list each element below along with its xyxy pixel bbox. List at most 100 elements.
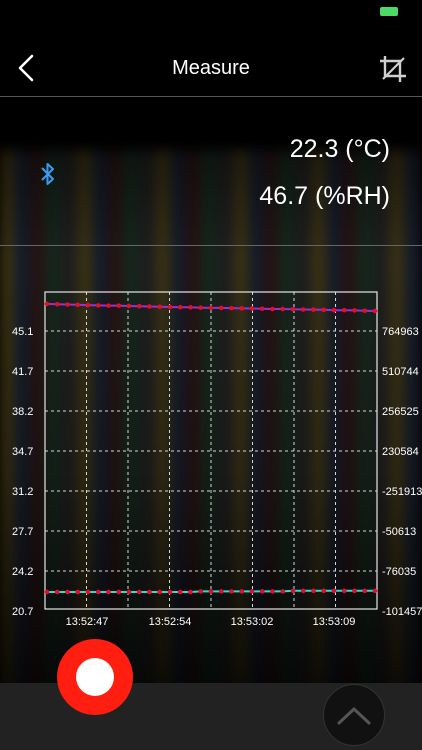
data-point bbox=[126, 589, 132, 595]
right-axis-tick-label: 230584 bbox=[382, 446, 419, 458]
data-point bbox=[75, 302, 81, 308]
data-point bbox=[372, 308, 378, 314]
data-point bbox=[331, 307, 337, 313]
data-point bbox=[65, 302, 70, 307]
temperature-reading: 22.3 (°C) bbox=[289, 135, 390, 163]
data-point bbox=[259, 306, 265, 312]
right-axis-tick-label: -101457 bbox=[382, 606, 422, 618]
data-point bbox=[362, 308, 368, 314]
right-axis-tick-label: 510744 bbox=[382, 366, 419, 378]
data-point bbox=[270, 306, 275, 312]
data-point bbox=[300, 588, 306, 594]
left-axis-tick-label: 31.2 bbox=[12, 486, 33, 498]
data-point bbox=[75, 589, 81, 595]
data-point bbox=[290, 306, 296, 312]
readings-panel: 22.3 (°C) 46.7 (%RH) bbox=[0, 97, 422, 246]
data-point bbox=[341, 307, 347, 313]
data-point bbox=[208, 589, 214, 594]
right-axis-tick-label: 256525 bbox=[382, 406, 419, 418]
data-point bbox=[352, 588, 357, 594]
data-point bbox=[352, 308, 357, 313]
data-point bbox=[147, 304, 152, 309]
data-point bbox=[311, 588, 316, 594]
left-axis-tick-label: 41.7 bbox=[12, 366, 33, 378]
data-point bbox=[54, 301, 60, 307]
data-point bbox=[300, 307, 306, 312]
data-point bbox=[229, 589, 234, 594]
data-point bbox=[290, 588, 296, 594]
data-point bbox=[208, 305, 214, 311]
left-axis-tick-label: 34.7 bbox=[12, 446, 33, 458]
data-point bbox=[177, 304, 183, 310]
data-point bbox=[106, 303, 111, 308]
data-point bbox=[321, 307, 327, 313]
data-point bbox=[126, 303, 132, 309]
right-axis-tick-label: -76035 bbox=[382, 566, 416, 578]
x-axis-tick-label: 13:53:09 bbox=[313, 616, 356, 628]
left-axis-tick-label: 45.1 bbox=[12, 326, 33, 338]
data-point bbox=[44, 301, 50, 307]
x-axis-tick-label: 13:53:02 bbox=[231, 616, 274, 628]
data-point bbox=[116, 589, 122, 595]
data-point bbox=[198, 589, 204, 594]
data-point bbox=[239, 306, 245, 311]
data-point bbox=[218, 589, 224, 594]
page-title: Measure bbox=[172, 57, 250, 79]
data-point bbox=[280, 589, 286, 594]
data-point bbox=[249, 306, 255, 311]
data-point bbox=[167, 304, 173, 310]
data-point bbox=[44, 589, 50, 595]
data-point bbox=[198, 305, 204, 310]
left-axis-tick-label: 20.7 bbox=[12, 606, 33, 618]
data-point bbox=[85, 302, 91, 308]
data-point bbox=[147, 589, 152, 595]
data-point bbox=[116, 303, 122, 308]
right-axis-tick-label: 764963 bbox=[382, 326, 419, 338]
data-point bbox=[157, 304, 163, 310]
data-point bbox=[311, 307, 316, 312]
data-point bbox=[95, 589, 101, 595]
battery-icon bbox=[380, 7, 398, 16]
data-point bbox=[259, 589, 265, 594]
data-point bbox=[157, 589, 163, 595]
data-point bbox=[249, 589, 255, 594]
record-dot bbox=[76, 658, 114, 696]
data-point bbox=[54, 589, 60, 595]
left-axis-tick-label: 24.2 bbox=[12, 566, 33, 578]
bluetooth-icon bbox=[41, 163, 54, 185]
data-point bbox=[65, 589, 70, 595]
data-point bbox=[321, 588, 327, 594]
data-point bbox=[136, 589, 142, 595]
expand-button[interactable] bbox=[323, 684, 385, 746]
humidity-reading: 46.7 (%RH) bbox=[259, 182, 390, 210]
left-axis-tick-label: 38.2 bbox=[12, 406, 33, 418]
x-axis-tick-label: 13:52:54 bbox=[149, 616, 192, 628]
data-point bbox=[167, 589, 173, 595]
crop-button[interactable] bbox=[378, 54, 408, 84]
data-point bbox=[188, 305, 193, 310]
measurement-chart: 45.1 41.7 38.2 34.7 31.2 27.7 24.2 20.7 764963 51… bbox=[12, 291, 422, 628]
data-point bbox=[372, 588, 378, 594]
top-navigation-bar: Measure bbox=[0, 40, 422, 97]
data-point bbox=[362, 588, 368, 594]
left-axis-tick-label: 27.7 bbox=[12, 526, 33, 538]
data-point bbox=[85, 589, 91, 595]
data-point bbox=[331, 588, 337, 594]
data-point bbox=[341, 588, 347, 594]
data-point bbox=[136, 303, 142, 309]
data-point bbox=[95, 303, 101, 308]
chevron-up-icon bbox=[337, 707, 371, 725]
record-button[interactable] bbox=[57, 639, 133, 715]
data-point bbox=[280, 306, 286, 312]
data-point bbox=[188, 589, 193, 595]
right-axis-tick-label: -50613 bbox=[382, 526, 416, 538]
data-point bbox=[239, 589, 245, 594]
data-point bbox=[106, 589, 111, 595]
right-axis-tick-label: -251913 bbox=[382, 486, 422, 498]
data-point bbox=[177, 589, 183, 595]
data-point bbox=[218, 305, 224, 311]
x-axis-tick-label: 13:52:47 bbox=[66, 616, 109, 628]
data-point bbox=[270, 589, 275, 594]
data-point bbox=[229, 305, 234, 311]
crop-icon bbox=[380, 56, 406, 82]
